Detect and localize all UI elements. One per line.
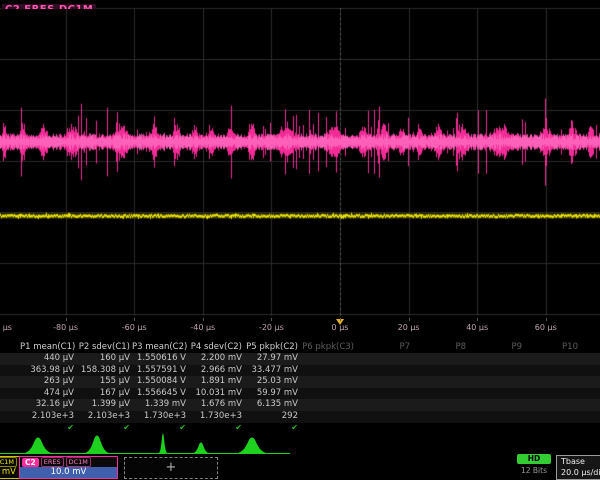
measure-value: 2.103e+3 bbox=[76, 411, 130, 423]
measure-value: 59.97 mV bbox=[244, 388, 298, 400]
time-axis-label: -40 µs bbox=[190, 323, 215, 332]
measure-column-header[interactable]: P8 bbox=[412, 341, 466, 353]
time-axis-tick bbox=[271, 318, 272, 321]
c1-coupling-tag: DC1M bbox=[0, 457, 17, 467]
histicon-p5[interactable] bbox=[234, 438, 270, 454]
measure-row-max: 474 µV167 µV1.556645 V10.031 mV59.97 mV bbox=[0, 388, 600, 400]
time-axis-tick bbox=[340, 318, 341, 321]
time-axis-tick bbox=[546, 318, 547, 321]
measure-row-num: 2.103e+32.103e+31.730e+31.730e+3292 bbox=[0, 411, 600, 423]
measure-value: 1.557591 V bbox=[132, 365, 186, 377]
measure-value: 167 µV bbox=[76, 388, 130, 400]
measure-value: 1.556645 V bbox=[132, 388, 186, 400]
measure-value: 1.730e+3 bbox=[132, 411, 186, 423]
measure-row-sdev: 32.16 µV1.399 µV1.339 mV1.676 mV6.135 mV bbox=[0, 399, 600, 411]
measure-column-header[interactable]: P4 sdev(C2) bbox=[188, 341, 242, 353]
oscilloscope-screen: C2 ERES DC1M -100 µs -80 µs -60 µs -40 µs -2… bbox=[0, 0, 600, 480]
time-axis-tick bbox=[134, 318, 135, 321]
measure-column-header[interactable]: P2 sdev(C1) bbox=[76, 341, 130, 353]
measure-row-mean: 363.98 µV158.308 µV1.557591 V2.966 mV33.… bbox=[0, 365, 600, 377]
measure-column-header[interactable]: P1 mean(C1) bbox=[20, 341, 74, 353]
c2-label: C2 bbox=[22, 458, 39, 467]
c2-eres-tag: ERES bbox=[41, 457, 64, 467]
measure-value: 27.97 mV bbox=[244, 353, 298, 365]
measure-value: 1.550084 V bbox=[132, 376, 186, 388]
time-axis-label: -20 µs bbox=[259, 323, 284, 332]
histicon-p4[interactable] bbox=[191, 443, 211, 454]
measure-row-min: 263 µV155 µV1.550084 V1.891 mV25.03 mV bbox=[0, 376, 600, 388]
measure-header-row: P1 mean(C1)P2 sdev(C1)P3 mean(C2)P4 sdev… bbox=[0, 341, 600, 353]
measure-value: 292 bbox=[244, 411, 298, 423]
time-axis-label: 0 µs bbox=[332, 323, 349, 332]
time-axis-label: -80 µs bbox=[53, 323, 78, 332]
time-axis-tick bbox=[409, 318, 410, 321]
measure-column-header[interactable]: P10 bbox=[524, 341, 578, 353]
measure-value: 2.103e+3 bbox=[20, 411, 74, 423]
histicon-p3[interactable] bbox=[158, 434, 168, 454]
time-axis-label: -100 µs bbox=[0, 323, 12, 332]
measure-value: 363.98 µV bbox=[20, 365, 74, 377]
measurement-table: P1 mean(C1)P2 sdev(C1)P3 mean(C2)P4 sdev… bbox=[0, 341, 600, 433]
trace-annotation-label: C2 ERES DC1M bbox=[2, 0, 96, 9]
add-trace-button[interactable]: + bbox=[124, 457, 218, 479]
measure-row-value: 440 µV160 µV1.550616 V2.200 mV27.97 mV bbox=[0, 353, 600, 365]
waveform-display[interactable] bbox=[0, 0, 600, 320]
channel-c2-descriptor[interactable]: C2 ERES DC1M 10.0 mV bbox=[19, 456, 118, 479]
time-axis-label: 60 µs bbox=[535, 323, 557, 332]
parameter-histicon-strip[interactable] bbox=[0, 432, 600, 456]
measure-column-header[interactable]: P9 bbox=[468, 341, 522, 353]
measure-value: 1.730e+3 bbox=[188, 411, 242, 423]
measure-value: 32.16 µV bbox=[20, 399, 74, 411]
measure-value: 1.399 µV bbox=[76, 399, 130, 411]
measure-column-header[interactable]: P3 mean(C2) bbox=[132, 341, 186, 353]
measure-value: 6.135 mV bbox=[244, 399, 298, 411]
c2-volts-per-div: 10.0 mV bbox=[20, 467, 117, 478]
measure-value: 2.200 mV bbox=[188, 353, 242, 365]
time-axis-tick bbox=[477, 318, 478, 321]
measure-value: 25.03 mV bbox=[244, 376, 298, 388]
time-axis-label: 40 µs bbox=[466, 323, 488, 332]
time-axis-tick bbox=[203, 318, 204, 321]
time-axis-label: 20 µs bbox=[398, 323, 420, 332]
c1-volts-per-div: 10.0 mV bbox=[0, 467, 19, 478]
measure-value: 2.966 mV bbox=[188, 365, 242, 377]
measure-column-header[interactable]: P5 pkpk(C2) bbox=[244, 341, 298, 353]
measure-value: 1.891 mV bbox=[188, 376, 242, 388]
timebase-scale: 20.0 µs/div bbox=[561, 468, 600, 477]
resolution-label: 12 Bits bbox=[513, 466, 555, 475]
time-axis-label: -60 µs bbox=[122, 323, 147, 332]
timebase-descriptor[interactable]: Tbase 20.0 µs/div bbox=[556, 455, 600, 480]
measure-value: 33.477 mV bbox=[244, 365, 298, 377]
measure-value: 158.308 µV bbox=[76, 365, 130, 377]
histicon-p1[interactable] bbox=[21, 438, 55, 454]
measure-value: 10.031 mV bbox=[188, 388, 242, 400]
time-axis-tick bbox=[66, 318, 67, 321]
measure-value: 1.676 mV bbox=[188, 399, 242, 411]
measure-column-header[interactable]: P11 bbox=[580, 341, 600, 353]
measure-value: 263 µV bbox=[20, 376, 74, 388]
hd-mode-badge[interactable]: HD bbox=[517, 454, 551, 464]
timebase-title: Tbase bbox=[561, 457, 585, 466]
measure-value: 155 µV bbox=[76, 376, 130, 388]
channel-c1-descriptor[interactable]: DC1M 10.0 mV bbox=[0, 456, 20, 479]
histicon-p2[interactable] bbox=[82, 436, 112, 454]
measure-column-header[interactable]: P6 pkpk(C3) bbox=[300, 341, 354, 353]
measure-value: 160 µV bbox=[76, 353, 130, 365]
c2-coupling-tag: DC1M bbox=[66, 457, 91, 467]
time-axis[interactable]: -100 µs -80 µs -60 µs -40 µs -20 µs 0 µs 20 µs… bbox=[0, 318, 600, 338]
measure-value: 1.339 mV bbox=[132, 399, 186, 411]
measure-value: 1.550616 V bbox=[132, 353, 186, 365]
measure-value: 474 µV bbox=[20, 388, 74, 400]
measure-column-header[interactable]: P7 bbox=[356, 341, 410, 353]
measure-value: 440 µV bbox=[20, 353, 74, 365]
